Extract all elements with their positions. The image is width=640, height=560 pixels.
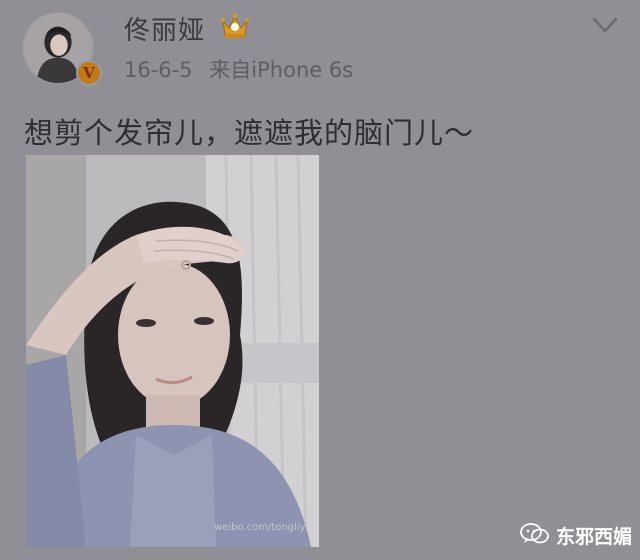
username[interactable]: 佟丽娅 <box>124 10 205 47</box>
verified-badge-icon: V <box>76 60 102 86</box>
brand-name: 东邪西媚 <box>556 526 633 548</box>
post-photo[interactable] <box>26 155 319 547</box>
post-date: 16-6-5 <box>124 58 193 82</box>
post-text: 想剪个发帘儿，遮遮我的脑门儿～ <box>24 116 475 150</box>
photo-watermark: weibo.com/tongliya <box>214 522 312 533</box>
avatar-container[interactable]: V <box>20 8 112 86</box>
wechat-icon <box>520 523 549 544</box>
post-source[interactable]: 来自iPhone 6s <box>209 58 353 82</box>
chevron-down-icon[interactable] <box>590 14 620 36</box>
crown-icon <box>221 14 249 38</box>
weibo-post: V 佟丽娅 16-6-5 来自iPhone 6s 想剪个发帘儿，遮遮我的脑门儿～ <box>0 0 640 560</box>
post-meta: 16-6-5 来自iPhone 6s <box>124 54 363 84</box>
